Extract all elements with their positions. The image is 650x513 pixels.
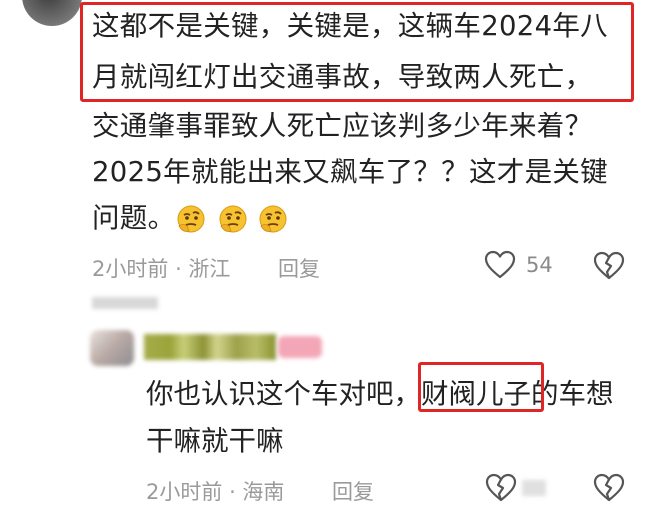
comment-1-meta: 2小时前 · 浙江	[92, 257, 231, 281]
username-blurred	[92, 297, 158, 309]
reply-button[interactable]: 回复	[332, 476, 374, 506]
like-button[interactable]: 54	[484, 250, 553, 280]
badge-blurred	[278, 336, 322, 358]
thinking-face-emoji	[177, 205, 205, 233]
like-count: 54	[526, 253, 553, 277]
broken-heart-icon[interactable]	[485, 473, 517, 503]
comment-2-meta: 2小时前 · 海南	[146, 480, 285, 504]
comment-2-line-2: 干嘛就干嘛	[146, 425, 284, 457]
username-blurred	[144, 334, 276, 360]
thinking-face-emoji	[219, 205, 247, 233]
avatar[interactable]	[22, 0, 82, 26]
reply-button[interactable]: 回复	[278, 253, 320, 283]
highlight-box	[80, 2, 634, 102]
count-blurred	[522, 480, 546, 496]
comment-location: 海南	[242, 480, 285, 504]
comment-1-line-3: 交通肇事罪致人死亡应该判多少年来着？	[92, 110, 593, 142]
highlight-box	[418, 362, 544, 412]
avatar[interactable]	[90, 330, 134, 366]
comment-time: 2小时前	[146, 480, 223, 504]
comment-time: 2小时前	[92, 257, 169, 281]
heart-icon	[484, 250, 516, 279]
broken-heart-icon[interactable]	[593, 251, 625, 281]
thinking-face-emoji	[259, 205, 287, 233]
broken-heart-icon[interactable]	[593, 473, 625, 503]
comment-location: 浙江	[188, 257, 231, 281]
comment-1-line-5: 问题。	[92, 202, 176, 234]
comment-1-line-4: 2025年就能出来又飙车了？？这才是关键	[92, 156, 608, 188]
